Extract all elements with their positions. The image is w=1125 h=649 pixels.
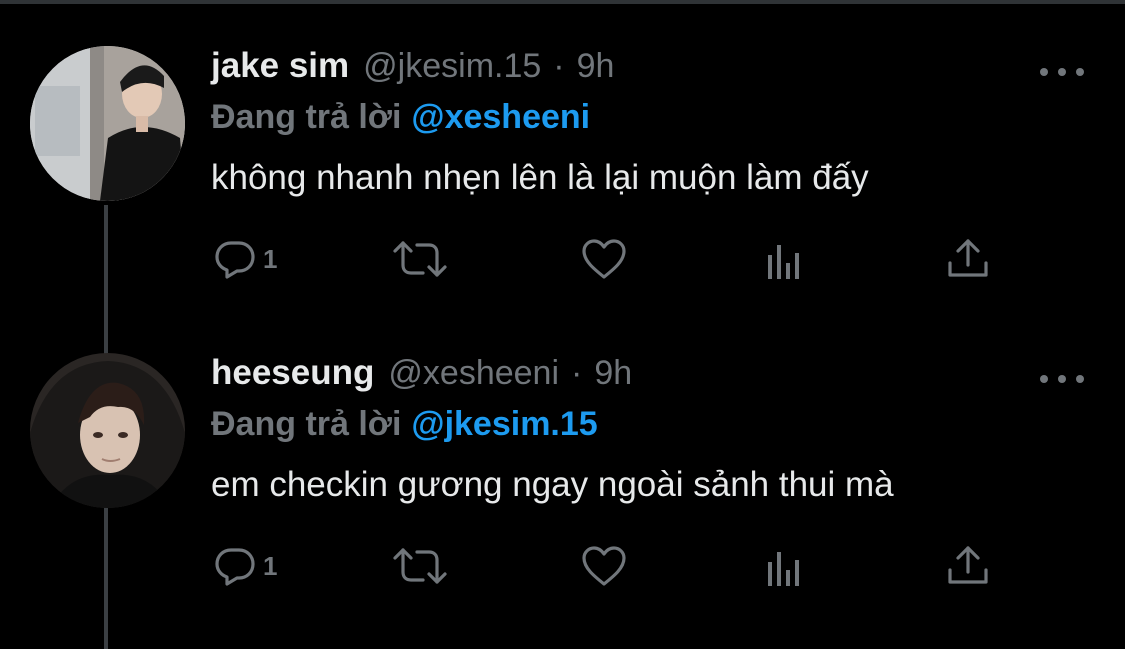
- display-name[interactable]: heeseung: [211, 353, 374, 393]
- replying-to: Đang trả lời @jkesim.15: [211, 405, 598, 444]
- share-icon: [946, 237, 990, 281]
- top-divider: [0, 0, 1125, 4]
- mention-link[interactable]: @jkesim.15: [411, 405, 597, 443]
- more-icon[interactable]: [1040, 64, 1084, 80]
- analytics-button[interactable]: [766, 543, 806, 589]
- avatar[interactable]: [30, 46, 185, 201]
- timestamp[interactable]: 9h: [594, 354, 632, 393]
- avatar[interactable]: [30, 353, 185, 508]
- tweet-actions: 1: [0, 236, 1125, 286]
- separator-dot: ·: [571, 354, 583, 392]
- username[interactable]: @xesheeni: [388, 354, 559, 393]
- tweet-1[interactable]: jake sim @jkesim.15 · 9h Đang trả lời @xe…: [0, 46, 1125, 306]
- reply-icon: [213, 544, 257, 588]
- separator-dot: ·: [553, 47, 565, 85]
- like-icon: [580, 237, 628, 281]
- tweet-header: heeseung @xesheeni · 9h: [211, 353, 632, 399]
- analytics-icon: [766, 237, 806, 281]
- analytics-button[interactable]: [766, 236, 806, 282]
- replying-to-label: Đang trả lời: [211, 405, 402, 443]
- replying-to: Đang trả lời @xesheeni: [211, 98, 590, 137]
- reply-count: 1: [263, 243, 278, 274]
- retweet-button[interactable]: [391, 543, 449, 589]
- share-button[interactable]: [946, 236, 990, 282]
- share-icon: [946, 544, 990, 588]
- tweet-thread: jake sim @jkesim.15 · 9h Đang trả lời @xe…: [0, 0, 1125, 649]
- retweet-button[interactable]: [391, 236, 449, 282]
- retweet-icon: [391, 237, 449, 281]
- more-icon[interactable]: [1040, 371, 1084, 387]
- share-button[interactable]: [946, 543, 990, 589]
- mention-link[interactable]: @xesheeni: [411, 98, 590, 136]
- tweet-actions: 1: [0, 543, 1125, 593]
- retweet-icon: [391, 544, 449, 588]
- reply-icon: [213, 237, 257, 281]
- tweet-text: em checkin gương ngay ngoài sảnh thui mà: [211, 465, 894, 504]
- analytics-icon: [766, 544, 806, 588]
- reply-button[interactable]: 1: [213, 543, 277, 589]
- reply-count: 1: [263, 550, 278, 581]
- tweet-2[interactable]: heeseung @xesheeni · 9h Đang trả lời @jke…: [0, 353, 1125, 613]
- tweet-text: không nhanh nhẹn lên là lại muộn làm đấy: [211, 158, 869, 197]
- like-button[interactable]: [580, 543, 628, 589]
- timestamp[interactable]: 9h: [577, 47, 615, 86]
- display-name[interactable]: jake sim: [211, 46, 349, 86]
- tweet-header: jake sim @jkesim.15 · 9h: [211, 46, 614, 92]
- reply-button[interactable]: 1: [213, 236, 277, 282]
- replying-to-label: Đang trả lời: [211, 98, 402, 136]
- like-button[interactable]: [580, 236, 628, 282]
- like-icon: [580, 544, 628, 588]
- username[interactable]: @jkesim.15: [363, 47, 541, 86]
